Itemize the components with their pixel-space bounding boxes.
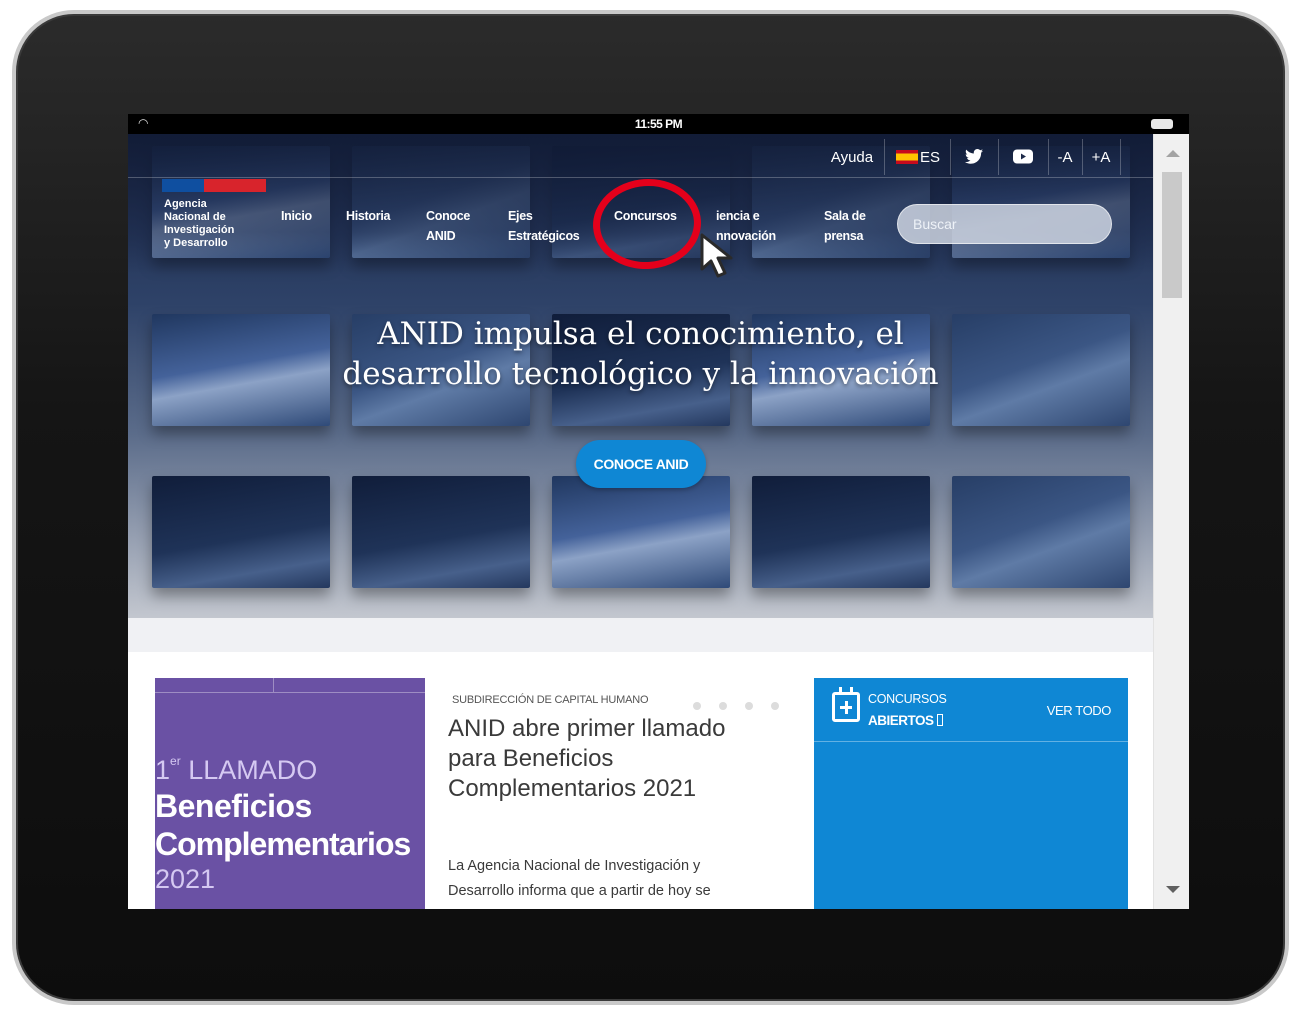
language-label: ES (919, 149, 940, 166)
news-image-word1: Beneficios (155, 788, 312, 824)
nav-label: Inicio (281, 209, 312, 223)
hero-title-line: desarrollo tecnológico y la innovación (342, 356, 939, 392)
nav-label: Ejes (508, 209, 533, 223)
decrease-font-button[interactable]: -A (1050, 141, 1080, 175)
carousel-dot[interactable] (719, 702, 727, 710)
news-image-word2: Complementarios (155, 826, 411, 862)
logo-line: Investigación (164, 224, 235, 236)
language-selector[interactable]: ES (890, 141, 946, 175)
news-image-call: 1er LLAMADO (155, 754, 317, 786)
hero-tile (552, 476, 730, 588)
nav-label: Conoce (426, 209, 471, 223)
excerpt-line: Desarrollo informa que a partir de hoy s… (448, 883, 711, 899)
nav-label: ANID (426, 229, 456, 243)
nav-item-sala-prensa[interactable]: Sala de prensa (824, 206, 866, 246)
logo-line: Agencia (164, 198, 207, 210)
hero-tile (952, 476, 1130, 588)
youtube-icon (1013, 149, 1033, 164)
nav-label: prensa (824, 229, 864, 243)
search-box[interactable] (897, 204, 1112, 244)
calendar-plus-icon (832, 687, 860, 722)
hero-tile (352, 476, 530, 588)
excerpt-line: La Agencia Nacional de Investigación y (448, 858, 701, 874)
nav-label: Sala de (824, 209, 866, 223)
agency-logo[interactable]: Agencia Nacional de Investigación y Desa… (164, 198, 254, 250)
divider (1048, 139, 1049, 175)
mouse-pointer-icon (700, 233, 733, 278)
divider (1082, 139, 1083, 175)
vertical-scrollbar[interactable] (1153, 134, 1189, 909)
news-title[interactable]: ANID abre primer llamado para Beneficios… (448, 714, 778, 804)
nav-label: iencia e (716, 209, 760, 223)
divider (884, 139, 885, 175)
contests-header: CONCURSOS ABIERTOS VER TODO (814, 678, 1128, 742)
twitter-icon (965, 149, 983, 164)
divider (998, 139, 999, 175)
carousel-dot[interactable] (693, 702, 701, 710)
open-contests-panel: CONCURSOS ABIERTOS VER TODO (814, 678, 1128, 909)
logo-line: Nacional de (164, 211, 226, 223)
logo-flag-bar (162, 179, 266, 192)
conoce-anid-button[interactable]: CONOCE ANID (576, 440, 706, 488)
nav-item-inicio[interactable]: Inicio (281, 206, 312, 226)
hero-tile (752, 476, 930, 588)
decor-line (155, 692, 425, 693)
carousel-dots (693, 697, 797, 715)
news-card: SUBDIRECCIÓN DE CAPITAL HUMANO ANID abre… (425, 678, 797, 909)
divider (1120, 139, 1121, 175)
news-category[interactable]: SUBDIRECCIÓN DE CAPITAL HUMANO (452, 694, 649, 706)
ordinal-suffix: er (170, 754, 181, 768)
status-bar: ◠ 11:55 PM (128, 114, 1189, 134)
carousel-dot[interactable] (745, 702, 753, 710)
scroll-down-arrow-icon[interactable] (1166, 886, 1180, 893)
news-image[interactable]: 1er LLAMADO Beneficios Complementarios 2… (155, 678, 425, 909)
utility-bar: Ayuda ES -A +A (128, 134, 1153, 178)
increase-font-button[interactable]: +A (1084, 141, 1118, 175)
cursor-block-icon (936, 714, 943, 726)
scroll-up-arrow-icon[interactable] (1166, 150, 1180, 157)
contests-label-bold: ABIERTOS (868, 713, 943, 728)
youtube-link[interactable] (1002, 141, 1044, 175)
search-input[interactable] (898, 205, 1111, 243)
hero-tile (152, 476, 330, 588)
help-link[interactable]: Ayuda (822, 141, 882, 175)
divider (950, 139, 951, 175)
section-gap (128, 618, 1153, 652)
news-excerpt: La Agencia Nacional de Investigación y D… (448, 854, 778, 904)
battery-icon (1151, 119, 1173, 129)
status-time: 11:55 PM (634, 117, 683, 131)
contests-label: CONCURSOS (868, 692, 947, 706)
call-text: LLAMADO (188, 755, 318, 785)
spain-flag-icon (895, 150, 918, 164)
logo-line: y Desarrollo (164, 237, 228, 249)
nav-label: Historia (346, 209, 391, 223)
scroll-thumb[interactable] (1162, 172, 1182, 298)
nav-label: Estratégicos (508, 229, 580, 243)
news-image-year: 2021 (155, 864, 216, 894)
contests-label-text: ABIERTOS (868, 713, 934, 728)
view-all-link[interactable]: VER TODO (1047, 703, 1112, 718)
nav-item-historia[interactable]: Historia (346, 206, 390, 226)
ordinal: 1 (155, 755, 171, 785)
nav-item-conoce-anid[interactable]: Conoce ANID (426, 206, 470, 246)
nav-item-ejes-estrategicos[interactable]: Ejes Estratégicos (508, 206, 580, 246)
twitter-link[interactable] (954, 141, 994, 175)
decor-line (273, 678, 274, 692)
hero-title-line: ANID impulsa el conocimiento, el (377, 316, 904, 352)
carousel-dot[interactable] (771, 702, 779, 710)
hero-title: ANID impulsa el conocimiento, el desarro… (228, 314, 1053, 394)
